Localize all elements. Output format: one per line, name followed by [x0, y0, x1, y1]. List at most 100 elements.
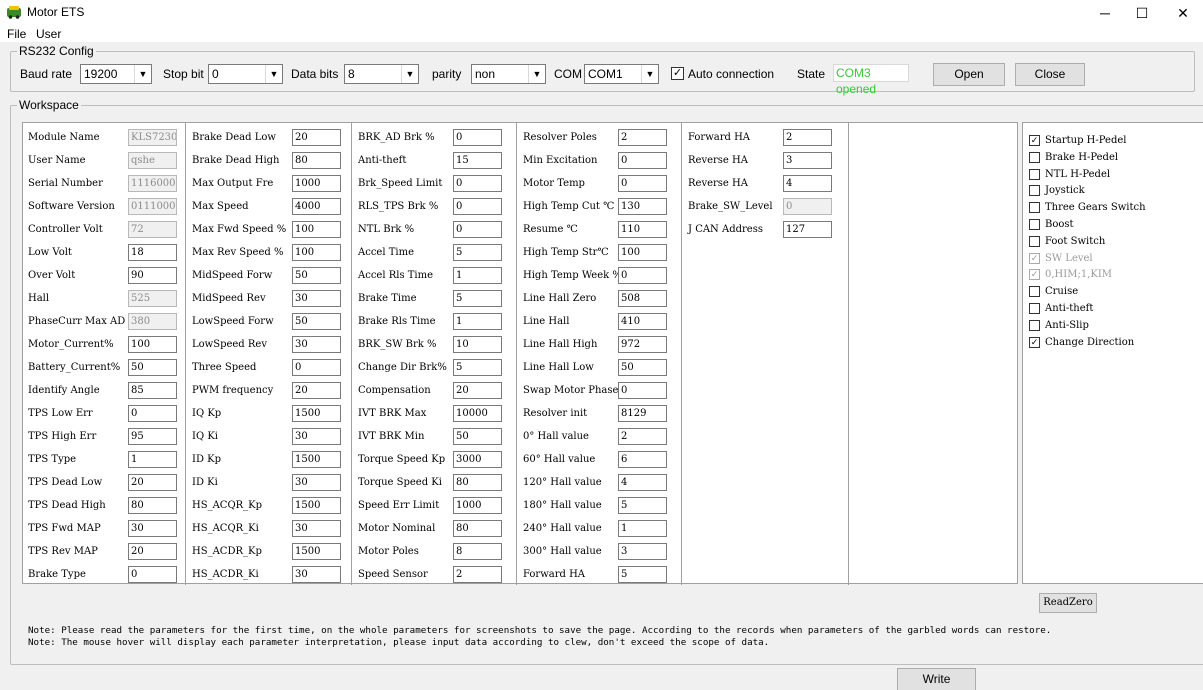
param-value-input[interactable]: 0 [453, 129, 502, 146]
option-checkbox[interactable] [1029, 286, 1040, 298]
param-value-input[interactable]: 6 [618, 451, 667, 468]
param-value-input[interactable]: 0 [618, 152, 667, 169]
param-value-input[interactable]: 0 [453, 175, 502, 192]
param-value-input[interactable]: 20 [292, 129, 341, 146]
param-value-input[interactable]: 80 [292, 152, 341, 169]
param-value-input[interactable]: 95 [128, 428, 177, 445]
param-value-input[interactable]: 80 [453, 474, 502, 491]
option-item[interactable]: Three Gears Switch [1029, 200, 1201, 216]
com-select[interactable]: COM1 ▼ [584, 64, 659, 84]
param-value-input[interactable]: 30 [292, 428, 341, 445]
param-value-input[interactable]: 15 [453, 152, 502, 169]
param-value-input[interactable]: 1500 [292, 451, 341, 468]
param-value-input[interactable]: 0 [618, 175, 667, 192]
param-value-input[interactable]: 0 [128, 405, 177, 422]
param-value-input[interactable]: 0 [128, 566, 177, 583]
param-value-input[interactable]: 1 [453, 313, 502, 330]
param-value-input[interactable]: 30 [128, 520, 177, 537]
close-port-button[interactable]: Close [1015, 63, 1085, 86]
param-value-input[interactable]: 20 [128, 543, 177, 560]
read-zero-button[interactable]: ReadZero [1039, 593, 1097, 613]
param-value-input[interactable]: 2 [618, 129, 667, 146]
param-value-input[interactable]: 50 [453, 428, 502, 445]
option-checkbox[interactable] [1029, 151, 1040, 163]
write-button[interactable]: Write [897, 668, 976, 690]
param-value-input[interactable]: 20 [128, 474, 177, 491]
option-item[interactable]: Brake H-Pedel [1029, 150, 1201, 166]
param-value-input[interactable]: 30 [292, 336, 341, 353]
baud-rate-select[interactable]: 19200 ▼ [80, 64, 152, 84]
option-checkbox[interactable] [1029, 235, 1040, 247]
param-value-input[interactable]: 5 [618, 566, 667, 583]
maximize-button[interactable]: ☐ [1122, 2, 1162, 24]
param-value-input[interactable]: 410 [618, 313, 667, 330]
param-value-input[interactable]: 2 [453, 566, 502, 583]
param-value-input[interactable]: 50 [128, 359, 177, 376]
option-item[interactable]: Anti-theft [1029, 301, 1201, 317]
param-value-input[interactable]: 2 [783, 129, 832, 146]
param-value-input[interactable]: 0 [292, 359, 341, 376]
param-value-input[interactable]: 0 [618, 267, 667, 284]
param-value-input[interactable]: 110 [618, 221, 667, 238]
param-value-input[interactable]: 130 [618, 198, 667, 215]
parity-select[interactable]: non ▼ [471, 64, 546, 84]
menu-file[interactable]: File [7, 26, 26, 42]
stop-bit-select[interactable]: 0 ▼ [208, 64, 283, 84]
param-value-input[interactable]: 1 [453, 267, 502, 284]
param-value-input[interactable]: 50 [292, 313, 341, 330]
param-value-input[interactable]: 127 [783, 221, 832, 238]
option-item[interactable]: NTL H-Pedel [1029, 167, 1201, 183]
param-value-input[interactable]: 5 [453, 290, 502, 307]
param-value-input[interactable]: 50 [292, 267, 341, 284]
option-item[interactable]: Anti-Slip [1029, 318, 1201, 334]
minimize-button[interactable]: ─ [1085, 2, 1125, 24]
param-value-input[interactable]: 8129 [618, 405, 667, 422]
param-value-input[interactable]: 10 [453, 336, 502, 353]
param-value-input[interactable]: 100 [618, 244, 667, 261]
param-value-input[interactable]: 5 [453, 244, 502, 261]
menu-user[interactable]: User [36, 26, 61, 42]
param-value-input[interactable]: 50 [618, 359, 667, 376]
param-value-input[interactable]: 3000 [453, 451, 502, 468]
param-value-input[interactable]: 4000 [292, 198, 341, 215]
param-value-input[interactable]: 20 [453, 382, 502, 399]
option-item[interactable]: ✓ Startup H-Pedel [1029, 133, 1201, 149]
param-value-input[interactable]: 0 [618, 382, 667, 399]
data-bits-select[interactable]: 8 ▼ [344, 64, 419, 84]
param-value-input[interactable]: 10000 [453, 405, 502, 422]
param-value-input[interactable]: 0 [453, 221, 502, 238]
param-value-input[interactable]: 1000 [453, 497, 502, 514]
param-value-input[interactable]: 20 [292, 382, 341, 399]
param-value-input[interactable]: 508 [618, 290, 667, 307]
option-item[interactable]: Joystick [1029, 183, 1201, 199]
param-value-input[interactable]: 3 [618, 543, 667, 560]
option-item[interactable]: ✓ Change Direction [1029, 335, 1201, 351]
param-value-input[interactable]: 1 [128, 451, 177, 468]
param-value-input[interactable]: 1500 [292, 543, 341, 560]
option-checkbox[interactable] [1029, 219, 1040, 230]
param-value-input[interactable]: 1500 [292, 405, 341, 422]
param-value-input[interactable]: 4 [783, 175, 832, 192]
param-value-input[interactable]: 85 [128, 382, 177, 399]
option-item[interactable]: Foot Switch [1029, 234, 1201, 250]
param-value-input[interactable]: 3 [783, 152, 832, 169]
option-checkbox[interactable]: ✓ [1029, 336, 1040, 348]
option-item[interactable]: Cruise [1029, 284, 1201, 300]
param-value-input[interactable]: 4 [618, 474, 667, 491]
param-value-input[interactable]: 1500 [292, 497, 341, 514]
option-checkbox[interactable] [1029, 303, 1040, 314]
param-value-input[interactable]: 80 [453, 520, 502, 537]
param-value-input[interactable]: 100 [292, 221, 341, 238]
param-value-input[interactable]: 100 [292, 244, 341, 261]
param-value-input[interactable]: 30 [292, 566, 341, 583]
param-value-input[interactable]: 30 [292, 520, 341, 537]
option-checkbox[interactable] [1029, 168, 1040, 180]
option-checkbox[interactable] [1029, 185, 1040, 197]
param-value-input[interactable]: 30 [292, 290, 341, 307]
param-value-input[interactable]: 80 [128, 497, 177, 514]
auto-connection-checkbox[interactable]: ✓ [671, 67, 684, 80]
param-value-input[interactable]: 2 [618, 428, 667, 445]
param-value-input[interactable]: 5 [618, 497, 667, 514]
option-checkbox[interactable] [1029, 319, 1040, 331]
option-item[interactable]: Boost [1029, 217, 1201, 233]
